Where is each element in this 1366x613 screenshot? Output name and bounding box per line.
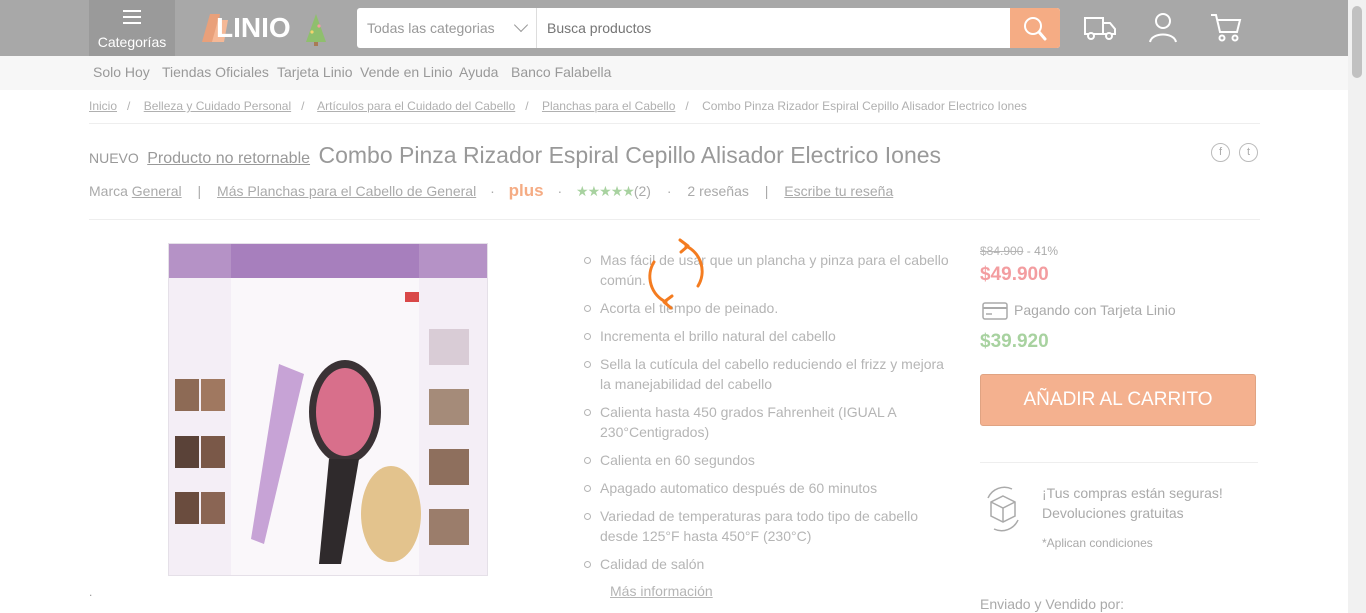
category-select-value: Todas las categorias [367,20,495,36]
loading-spinner-icon [648,238,704,310]
rating-count: (2) [633,183,651,199]
logo-text: LINIO [216,12,291,43]
more-from-brand-link[interactable]: Más Planchas para el Cabello de General [217,183,476,199]
card-price-label: Pagando con Tarjeta Linio [1014,302,1176,318]
add-to-cart-button[interactable]: AÑADIR AL CARRITO [980,374,1256,426]
secure-box-icon [987,486,1019,532]
secondary-nav: Solo Hoy Tiendas Oficiales Tarjeta Linio… [0,56,1348,90]
divider [89,219,1260,220]
search-button[interactable] [1010,8,1060,48]
divider [89,123,1260,124]
footnote-dot: . [89,585,93,599]
old-price: $84.900 [980,244,1024,258]
nav-solo-hoy[interactable]: Solo Hoy [93,64,150,80]
nav-tiendas-oficiales[interactable]: Tiendas Oficiales [162,64,269,80]
new-badge: NUEVO [89,150,139,166]
product-meta: Marca General | Más Planchas para el Cab… [89,181,894,200]
product-image-art [169,244,487,575]
breadcrumb-articulos[interactable]: Artículos para el Cuidado del Cabello [317,99,515,113]
sold-by-label: Enviado y Vendido por: [980,596,1124,612]
truck-icon[interactable] [1083,10,1117,44]
search-bar: Todas las categorias [357,8,1060,48]
breadcrumb-planchas[interactable]: Planchas para el Cabello [542,99,675,113]
linio-logo[interactable]: LINIO [198,8,338,48]
feature-item: Incrementa el brillo natural del cabello [584,326,954,346]
facebook-icon[interactable]: f [1211,143,1230,162]
credit-card-icon [982,302,1008,321]
card-price-row: Pagando con Tarjeta Linio [982,302,1176,321]
top-header: Categorías LINIO Todas las categorias [0,0,1348,56]
breadcrumb-inicio[interactable]: Inicio [89,99,117,113]
plus-badge: plus [508,181,544,200]
product-title: Combo Pinza Rizador Espiral Cepillo Alis… [318,142,942,168]
product-title-row: NUEVO Producto no retornable Combo Pinza… [89,142,941,169]
search-input[interactable] [539,8,1009,48]
nav-tarjeta-linio[interactable]: Tarjeta Linio [277,64,353,80]
menu-icon [123,10,141,28]
breadcrumb-current: Combo Pinza Rizador Espiral Cepillo Alis… [702,99,1027,113]
categories-button[interactable]: Categorías [89,0,175,56]
feature-item: Calidad de salón [584,554,954,574]
chevron-down-icon [513,17,529,33]
card-price: $39.920 [980,331,1049,352]
cart-icon[interactable] [1209,10,1243,44]
nav-vende-en-linio[interactable]: Vende en Linio [360,64,453,80]
non-returnable-link[interactable]: Producto no retornable [147,150,310,167]
scrollbar-thumb[interactable] [1352,6,1362,78]
old-price-row: $84.900 - 41% [980,244,1058,258]
search-icon [1024,17,1047,41]
breadcrumb-belleza[interactable]: Belleza y Cuidado Personal [144,99,291,113]
nav-ayuda[interactable]: Ayuda [459,64,498,80]
discount: - 41% [1026,244,1059,258]
rating-stars: ★★★★★ [576,183,635,199]
brand-link[interactable]: General [132,183,182,199]
feature-item: Calienta en 60 segundos [584,450,954,470]
divider [980,462,1258,463]
feature-item: Sella la cutícula del cabello reduciendo… [584,354,954,394]
reviews-count: 2 reseñas [687,183,749,199]
write-review-link[interactable]: Escribe tu reseña [784,183,893,199]
conditions-note: *Aplican condiciones [1042,536,1153,550]
feature-item: Apagado automatico después de 60 minutos [584,478,954,498]
product-image[interactable] [168,243,488,576]
categories-label: Categorías [97,34,167,50]
feature-item: Calienta hasta 450 grados Fahrenheit (IG… [584,402,954,442]
twitter-icon[interactable]: t [1239,143,1258,162]
free-returns-text: Devoluciones gratuitas [1042,505,1184,521]
feature-item: Variedad de temperaturas para todo tipo … [584,506,954,546]
more-info-link[interactable]: Más información [610,583,713,599]
category-select[interactable]: Todas las categorias [357,8,537,48]
user-icon[interactable] [1146,10,1180,44]
safe-purchase-text: ¡Tus compras están seguras! [1042,485,1223,501]
nav-banco-falabella[interactable]: Banco Falabella [511,64,611,80]
scrollbar[interactable] [1348,0,1366,613]
breadcrumb: Inicio / Belleza y Cuidado Personal / Artí… [89,99,1027,113]
brand-prefix: Marca [89,183,128,199]
price: $49.900 [980,264,1049,285]
